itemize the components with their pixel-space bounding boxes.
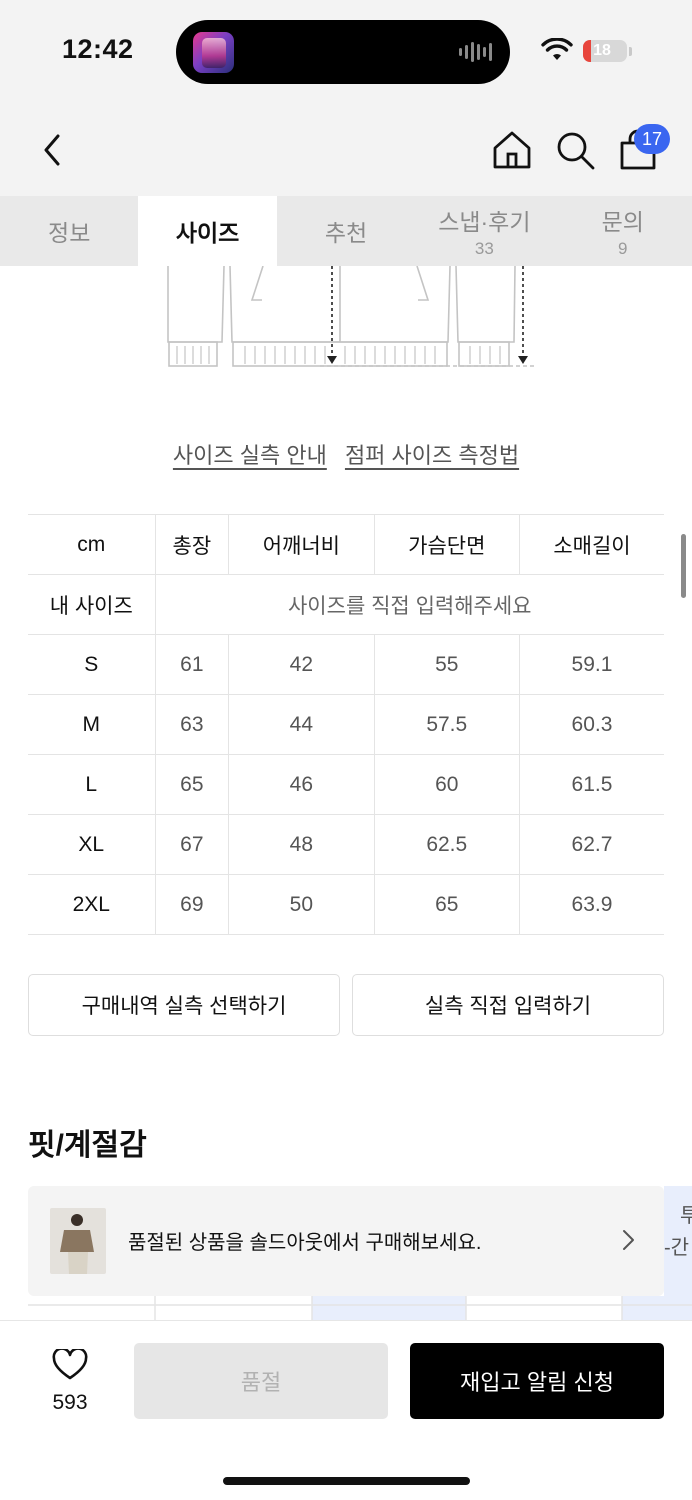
table-cell: 62.7: [518, 814, 664, 875]
table-cell: 55: [373, 634, 520, 695]
chevron-right-icon: [623, 1230, 634, 1250]
home-indicator[interactable]: [223, 1477, 470, 1485]
table-cell: 59.1: [518, 634, 664, 695]
like-button[interactable]: 593: [34, 1343, 106, 1433]
audio-waveform-icon: [459, 42, 492, 62]
column-header: cm: [28, 514, 156, 575]
table-cell: 42: [228, 634, 375, 695]
tab-snap-review[interactable]: 스냅·후기 33: [415, 196, 553, 266]
jumper-measure-link[interactable]: 점퍼 사이즈 측정법: [345, 443, 519, 468]
size-label: M: [28, 694, 156, 755]
table-header-row: cm 총장 어깨너비 가슴단면 소매길이: [28, 514, 664, 575]
status-time: 12:42: [62, 34, 134, 64]
size-label: L: [28, 754, 156, 815]
chevron-left-icon: [44, 134, 60, 166]
table-cell: 61.5: [518, 754, 664, 815]
table-cell: 50: [228, 874, 375, 935]
tab-label: 문의: [601, 209, 644, 235]
battery-percent: 18: [593, 42, 611, 59]
battery-indicator: 18: [583, 40, 627, 62]
bottom-action-bar: 593 품절 재입고 알림 신청: [0, 1320, 692, 1500]
banner-text: 품절된 상품을 솔드아웃에서 구매해보세요.: [128, 1232, 482, 1254]
table-cell: 63.9: [518, 874, 664, 935]
table-cell: 65: [154, 754, 230, 815]
size-guide-links: 사이즈 실측 안내 점퍼 사이즈 측정법: [0, 438, 692, 470]
soldout-promo-banner[interactable]: 품절된 상품을 솔드아웃에서 구매해보세요.: [28, 1186, 664, 1296]
like-count: 593: [52, 1391, 88, 1414]
size-label: XL: [28, 814, 156, 875]
table-cell: 63: [154, 694, 230, 755]
my-size-label: 내 사이즈: [28, 574, 156, 635]
home-icon: [493, 131, 531, 169]
now-playing-artwork: [193, 32, 234, 73]
tab-size[interactable]: 사이즈: [138, 196, 277, 266]
column-header: 총장: [154, 514, 230, 575]
table-cell: 65: [373, 874, 520, 935]
tab-info[interactable]: 정보: [0, 196, 138, 266]
table-row: XL 67 48 62.5 62.7: [28, 814, 664, 875]
cart-count-badge: 17: [634, 124, 670, 154]
fit-season-title: 핏/계절감: [28, 1129, 147, 1162]
product-tabs: 정보 사이즈 추천 스냅·후기 33 문의 9: [0, 196, 692, 266]
tab-label: 스냅·후기: [438, 209, 531, 235]
product-thumbnail: [50, 1208, 106, 1274]
column-header: 소매길이: [518, 514, 664, 575]
size-guide-link[interactable]: 사이즈 실측 안내: [173, 443, 327, 468]
column-header: 가슴단면: [373, 514, 520, 575]
heart-icon: [52, 1349, 88, 1380]
manual-size-input-button[interactable]: 실측 직접 입력하기: [352, 974, 664, 1036]
table-cell: 46: [228, 754, 375, 815]
purchase-history-size-button[interactable]: 구매내역 실측 선택하기: [28, 974, 340, 1036]
scroll-indicator[interactable]: [681, 534, 686, 598]
peek-text: -간: [664, 1236, 689, 1259]
table-cell: 61: [154, 634, 230, 695]
tab-count: 9: [618, 239, 628, 258]
search-button[interactable]: [553, 128, 597, 172]
tab-count: 33: [474, 239, 494, 258]
search-icon: [557, 132, 595, 170]
table-cell: 60: [373, 754, 520, 815]
table-cell: 57.5: [373, 694, 520, 755]
table-cell: 44: [228, 694, 375, 755]
restock-alert-button[interactable]: 재입고 알림 신청: [410, 1343, 664, 1419]
dynamic-island[interactable]: [176, 20, 510, 84]
battery-cap: [629, 47, 632, 56]
tab-label: 추천: [324, 220, 368, 246]
table-row: M 63 44 57.5 60.3: [28, 694, 664, 755]
my-size-row[interactable]: 내 사이즈 사이즈를 직접 입력해주세요: [28, 574, 664, 635]
my-size-input-hint[interactable]: 사이즈를 직접 입력해주세요: [154, 574, 664, 635]
size-label: 2XL: [28, 874, 156, 935]
table-cell: 60.3: [518, 694, 664, 755]
table-row: 2XL 69 50 65 63.9: [28, 874, 664, 935]
back-button[interactable]: [34, 128, 70, 172]
wifi-icon: [541, 38, 573, 60]
navigation-bar: [0, 104, 692, 196]
tab-label: 정보: [48, 220, 91, 246]
table-row: S 61 42 55 59.1: [28, 634, 664, 695]
tab-inquiry[interactable]: 문의 9: [554, 196, 692, 266]
table-cell: 69: [154, 874, 230, 935]
table-row: L 65 46 60 61.5: [28, 754, 664, 815]
table-cell: 67: [154, 814, 230, 875]
tab-recommend[interactable]: 추천: [277, 196, 415, 266]
tab-label: 사이즈: [175, 220, 240, 246]
table-cell: 48: [228, 814, 375, 875]
size-label: S: [28, 634, 156, 695]
garment-size-illustration: [167, 266, 534, 367]
status-bar: 12:42 18: [0, 0, 692, 104]
size-table: cm 총장 어깨너비 가슴단면 소매길이 내 사이즈 사이즈를 직접 입력해주세…: [28, 514, 664, 935]
home-button[interactable]: [490, 128, 534, 172]
column-header: 어깨너비: [228, 514, 375, 575]
peek-text: 투: [680, 1205, 692, 1227]
table-cell: 62.5: [373, 814, 520, 875]
soldout-button[interactable]: 품절: [134, 1343, 388, 1419]
